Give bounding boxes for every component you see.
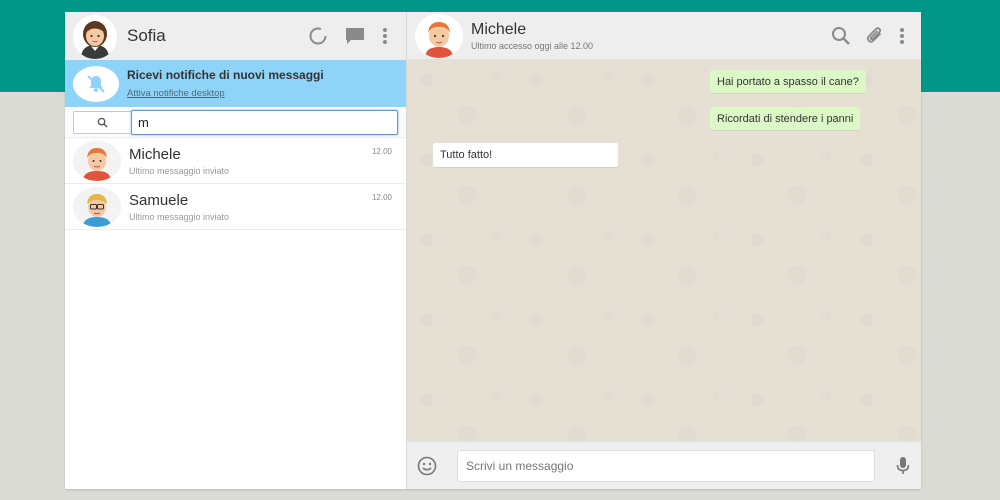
woman-avatar-icon: [73, 15, 117, 59]
app-window: Sofia Ricevi notifiche di nuovi messaggi…: [65, 12, 921, 489]
sidebar: Sofia Ricevi notifiche di nuovi messaggi…: [65, 12, 407, 489]
search-bar: [65, 107, 406, 138]
contact-item-michele[interactable]: Michele Ultimo messaggio inviato 12.00: [65, 138, 406, 184]
attach-icon[interactable]: [865, 26, 885, 46]
contact-list: Michele Ultimo messaggio inviato 12.00 S…: [65, 138, 406, 489]
emoji-icon[interactable]: [417, 456, 437, 476]
profile-avatar[interactable]: [73, 15, 117, 59]
menu-icon[interactable]: [899, 27, 905, 45]
profile-name: Sofia: [127, 26, 166, 45]
notification-title: Ricevi notifiche di nuovi messaggi: [127, 68, 324, 82]
message-outgoing: Hai portato a spasso il cane?: [710, 70, 866, 93]
chat-pane: Michele Ultimo accesso oggi alle 12.00 H…: [407, 12, 921, 489]
message-area[interactable]: Hai portato a spasso il cane? Ricordati …: [407, 60, 921, 441]
search-input[interactable]: [131, 109, 398, 135]
chat-avatar[interactable]: [415, 13, 463, 58]
message-input[interactable]: [457, 449, 875, 482]
search-icon[interactable]: [831, 26, 851, 46]
redhead-man-avatar-icon: [415, 13, 463, 58]
search-icon: [97, 117, 108, 128]
chat-contact-name: Michele: [471, 20, 527, 38]
chat-header-icons: [831, 26, 913, 46]
menu-icon[interactable]: [382, 27, 388, 45]
message-incoming: Tutto fatto!: [433, 143, 618, 167]
message-outgoing: Ricordati di stendere i panni: [710, 107, 861, 130]
enable-desktop-notifications-link[interactable]: Attiva notifiche desktop: [127, 88, 324, 99]
contact-time: 12.00: [371, 147, 392, 156]
bell-off-icon: [73, 65, 119, 102]
contact-item-samuele[interactable]: Samuele Ultimo messaggio inviato 12.00: [65, 184, 406, 230]
notification-banner[interactable]: Ricevi notifiche di nuovi messaggi Attiv…: [65, 60, 406, 107]
sidebar-header-icons: [308, 26, 398, 46]
chat-last-seen: Ultimo accesso oggi alle 12.00: [471, 40, 594, 51]
contact-last-message: Ultimo messaggio inviato: [129, 165, 230, 176]
contact-last-message: Ultimo messaggio inviato: [129, 211, 230, 222]
contact-name: Michele: [129, 145, 181, 163]
contact-time: 12.00: [371, 193, 392, 202]
microphone-icon[interactable]: [895, 456, 911, 476]
redhead-man-avatar-icon: [73, 140, 121, 181]
blond-glasses-man-avatar-icon: [73, 186, 121, 227]
composer: [407, 441, 921, 489]
contact-name: Samuele: [129, 191, 189, 209]
profile-header: Sofia: [65, 12, 406, 60]
chat-icon[interactable]: [344, 26, 366, 46]
search-button[interactable]: [73, 110, 131, 134]
chat-header[interactable]: Michele Ultimo accesso oggi alle 12.00: [407, 12, 921, 60]
status-icon[interactable]: [308, 26, 328, 46]
